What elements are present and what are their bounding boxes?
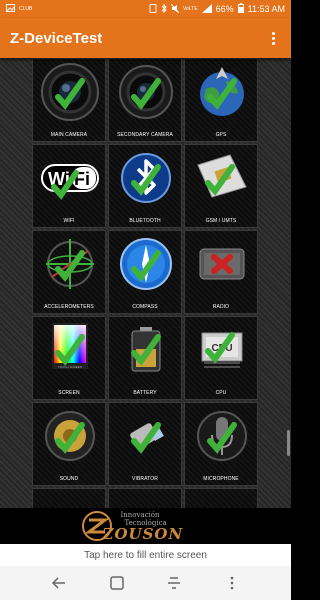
tile-gsm-umts[interactable]: GSM / UMTS	[184, 144, 258, 228]
vibrator-icon	[130, 422, 164, 454]
tile-label: MAIN CAMERA	[50, 132, 88, 138]
ad-tagline-1: Innovación	[120, 511, 160, 519]
app-title: Z-DeviceTest	[10, 29, 103, 47]
screen-icon: TOUCH SCREEN	[52, 323, 88, 369]
sim-card-icon	[197, 154, 247, 198]
speaker-icon	[45, 411, 95, 461]
camera-icon	[119, 65, 173, 119]
test-grid: MAIN CAMERA SECONDARY CAMERA GPS Wi Fi W…	[0, 58, 291, 508]
tile-radio[interactable]: RADIO	[184, 230, 258, 314]
tile-label: BLUETOOTH	[129, 218, 161, 224]
gps-icon	[200, 67, 244, 116]
ad-brand: ZOUSON	[102, 525, 184, 543]
bluetooth-status-icon	[161, 3, 167, 15]
volte-label: VoLTE	[182, 6, 198, 12]
tile-secondary-camera[interactable]: SECONDARY CAMERA	[108, 58, 182, 142]
scrollbar[interactable]	[287, 430, 290, 456]
tile-label: CPU	[215, 390, 227, 396]
compass-icon	[120, 238, 172, 290]
cpu-icon: CPU	[201, 332, 243, 368]
tile-label: SOUND	[59, 476, 79, 482]
carrier-label: CLUB	[19, 6, 33, 12]
signal-icon	[201, 3, 212, 15]
tile-cpu[interactable]: CPU CPU	[184, 316, 258, 400]
microphone-icon	[197, 411, 247, 461]
tile-accelerometers[interactable]: ACCELEROMETERS	[32, 230, 106, 314]
tile-gps[interactable]: GPS	[184, 58, 258, 142]
tile-battery[interactable]: BATTERY	[108, 316, 182, 400]
recents-button[interactable]	[162, 571, 186, 595]
mute-icon	[170, 3, 180, 15]
tile-label: BATTERY	[133, 390, 157, 396]
tile-label: ACCELEROMETERS	[44, 304, 94, 310]
tile-main-camera[interactable]: MAIN CAMERA	[32, 58, 106, 142]
home-button[interactable]	[105, 571, 129, 595]
tile-label: RADIO	[212, 304, 230, 310]
tile-wifi[interactable]: Wi Fi WIFI	[32, 144, 106, 228]
tile-label: GPS	[215, 132, 227, 138]
back-icon	[51, 577, 65, 589]
overflow-menu-icon[interactable]	[265, 26, 281, 50]
back-button[interactable]	[47, 571, 71, 595]
tile-screen[interactable]: TOUCH SCREEN SCREEN	[32, 316, 106, 400]
nav-menu-button[interactable]	[220, 571, 244, 595]
tile-sound[interactable]: SOUND	[32, 402, 106, 486]
wifi-icon: Wi Fi	[41, 164, 99, 200]
battery-label: 66%	[215, 4, 234, 14]
status-bar: CLUB VoLTE 66% 11:53 AM	[0, 0, 291, 18]
camera-icon	[41, 63, 99, 121]
tile-label: VIBRATOR	[132, 476, 158, 482]
tile-partial[interactable]	[184, 488, 258, 508]
home-icon	[109, 576, 124, 590]
navigation-bar	[0, 566, 291, 600]
tile-compass[interactable]: COMPASS	[108, 230, 182, 314]
nfc-icon	[149, 3, 157, 15]
tile-partial[interactable]	[108, 488, 182, 508]
battery-icon	[131, 327, 161, 372]
tile-vibrator[interactable]: VIBRATOR	[108, 402, 182, 486]
tile-microphone[interactable]: MICROPHONE	[184, 402, 258, 486]
app-bar: Z-DeviceTest	[0, 18, 291, 58]
tile-label: SCREEN	[58, 390, 80, 396]
screen-caption: TOUCH SCREEN	[58, 365, 82, 369]
accelerometer-icon	[46, 239, 94, 289]
tile-label: GSM / UMTS	[205, 218, 237, 224]
battery-status-icon	[237, 3, 244, 15]
clock: 11:53 AM	[247, 4, 285, 14]
image-notification-icon	[6, 4, 15, 14]
fill-screen-bar[interactable]: Tap here to fill entire screen	[0, 544, 291, 566]
tile-bluetooth[interactable]: BLUETOOTH	[108, 144, 182, 228]
tile-label: COMPASS	[132, 304, 158, 310]
radio-icon	[199, 248, 245, 280]
tile-label: MICROPHONE	[203, 476, 239, 482]
tile-partial[interactable]	[32, 488, 106, 508]
ad-logo: Innovación Tecnológica ZOUSON	[81, 509, 211, 543]
bluetooth-icon	[121, 153, 171, 203]
recents-icon	[168, 577, 181, 589]
tile-label: SECONDARY CAMERA	[117, 132, 173, 138]
nav-menu-icon	[230, 576, 234, 590]
tile-label: WIFI	[63, 218, 75, 224]
ad-banner[interactable]: Innovación Tecnológica ZOUSON	[0, 508, 291, 544]
